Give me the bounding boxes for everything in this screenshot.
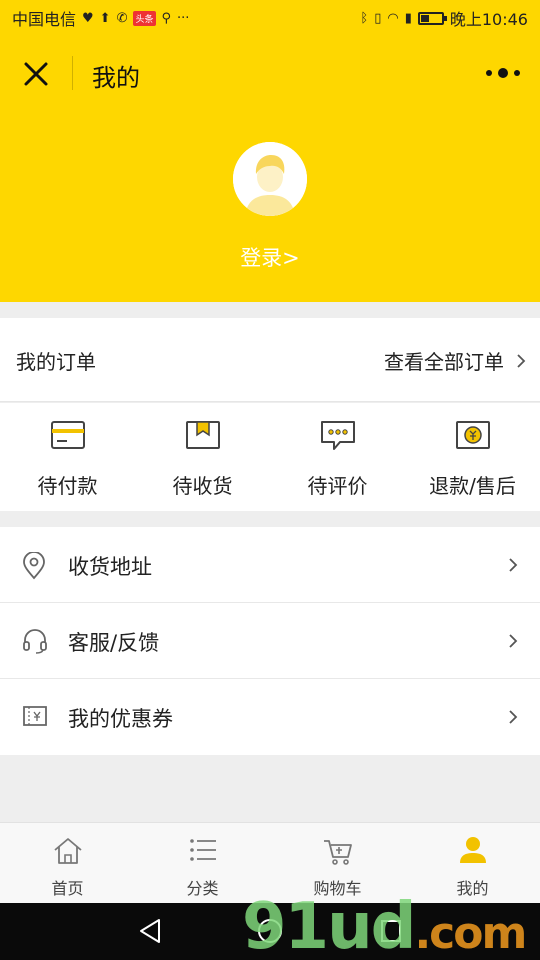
location-icon	[23, 552, 45, 580]
order-item-label: 待评价	[307, 474, 368, 498]
tab-cart[interactable]: 购物车	[270, 823, 405, 903]
order-item-label: 待收货	[172, 474, 233, 498]
more-notifications-icon: ···	[177, 10, 190, 26]
tab-label: 分类	[186, 879, 219, 898]
menu-item-address[interactable]: 收货地址	[0, 527, 540, 603]
order-pending-payment[interactable]: 待付款	[0, 403, 135, 511]
order-item-label: 退款/售后	[429, 474, 516, 498]
profile-header: 我的 登录>	[0, 36, 540, 302]
more-menu-button[interactable]	[486, 66, 520, 80]
order-pending-receipt[interactable]: 待收货	[135, 403, 270, 511]
tab-home[interactable]: 首页	[0, 823, 135, 903]
page-title: 我的	[92, 64, 140, 92]
default-avatar-icon	[233, 142, 307, 216]
order-pending-review[interactable]: 待评价	[270, 403, 405, 511]
tab-label: 购物车	[313, 879, 362, 898]
user-icon	[459, 837, 486, 863]
menu-item-label: 收货地址	[68, 555, 152, 579]
missed-call-icon: ✆	[116, 10, 128, 26]
menu-item-label: 客服/反馈	[68, 631, 160, 655]
chevron-right-icon	[509, 710, 518, 724]
system-navigation-bar	[0, 903, 540, 960]
chevron-right-icon	[517, 353, 526, 368]
close-icon[interactable]	[20, 58, 52, 90]
status-right: ᛒ ▯ ◠ ▮ 晚上10:46	[360, 6, 528, 30]
orders-title: 我的订单	[16, 350, 96, 374]
wifi-icon: ◠	[387, 10, 399, 26]
list-icon	[189, 839, 216, 861]
signal-icon: ▮	[404, 10, 412, 26]
order-refund[interactable]: 退款/售后	[405, 403, 540, 511]
refund-icon	[455, 421, 490, 449]
chevron-right-icon	[509, 558, 518, 572]
tab-label: 首页	[51, 879, 84, 898]
carrier-label: 中国电信	[12, 10, 77, 29]
cart-icon	[323, 840, 352, 865]
status-bar: 中国电信 ♥ ⬆ ✆ 头条 ⚲ ··· ᛒ ▯ ◠ ▮ 晚上10:46	[0, 0, 540, 36]
tab-mine[interactable]: 我的	[405, 823, 540, 903]
menu-item-label: 我的优惠券	[68, 707, 173, 731]
menu-item-coupons[interactable]: 我的优惠券	[0, 679, 540, 755]
news-badge: 头条	[133, 10, 156, 26]
home-circle-icon[interactable]	[256, 917, 284, 945]
status-left: 中国电信 ♥ ⬆ ✆ 头条 ⚲ ···	[12, 6, 189, 30]
login-link[interactable]: 登录>	[0, 242, 540, 272]
home-icon	[53, 838, 82, 864]
nav-divider	[72, 56, 73, 90]
bluetooth-icon: ᛒ	[360, 10, 369, 26]
view-all-orders-link[interactable]: 查看全部订单	[384, 346, 526, 375]
recent-apps-icon[interactable]	[378, 917, 404, 945]
order-item-label: 待付款	[37, 474, 98, 498]
vibrate-icon: ▯	[374, 10, 382, 26]
clock-label: 晚上10:46	[449, 10, 528, 29]
tab-label: 我的	[456, 879, 489, 898]
order-status-row: 待付款 待收货 待评价 退款/售后	[0, 403, 540, 511]
coupon-icon	[23, 706, 47, 726]
headset-icon	[23, 629, 47, 654]
box-icon	[185, 421, 220, 449]
menu-item-support[interactable]: 客服/反馈	[0, 603, 540, 679]
heart-icon: ♥	[82, 10, 94, 26]
card-icon	[50, 421, 85, 449]
bottom-tab-bar: 首页 分类 购物车 我的	[0, 822, 540, 903]
tab-category[interactable]: 分类	[135, 823, 270, 903]
chevron-right-icon	[509, 634, 518, 648]
back-icon[interactable]	[137, 917, 163, 945]
orders-section-header: 我的订单 查看全部订单	[0, 318, 540, 402]
avatar[interactable]	[233, 142, 307, 216]
location-pin-icon: ⚲	[161, 10, 172, 26]
settings-menu: 收货地址 客服/反馈 我的优惠券	[0, 527, 540, 755]
view-all-orders-label: 查看全部订单	[384, 350, 504, 374]
upload-icon: ⬆	[99, 10, 111, 26]
battery-icon	[417, 11, 447, 25]
comment-icon	[320, 421, 355, 450]
